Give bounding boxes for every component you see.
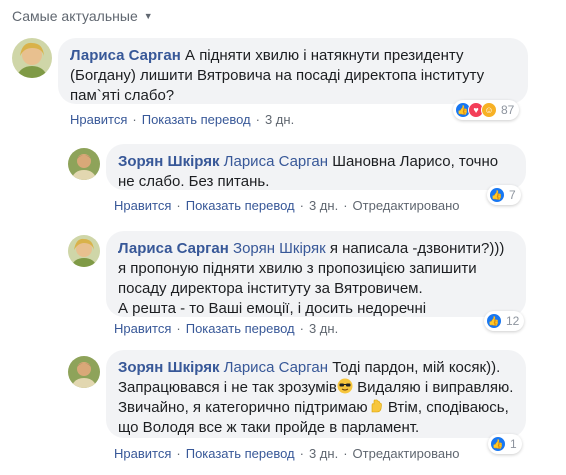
avatar[interactable] xyxy=(68,148,100,180)
comment-actions: Нравится · Показать перевод · 3 дн. xyxy=(70,112,294,127)
comment-actions: Нравится · Показать перевод · 3 дн. · От… xyxy=(114,446,460,461)
reaction-count: 7 xyxy=(509,188,516,202)
translate-button[interactable]: Показать перевод xyxy=(186,446,295,461)
timestamp[interactable]: 3 дн. xyxy=(309,446,338,461)
reactions-summary[interactable]: 👍 ♥ ☺ 87 xyxy=(453,100,520,120)
comment-bubble: Лариса Сарган А підняти хвилю і натякнут… xyxy=(58,38,528,104)
like-button[interactable]: Нравится xyxy=(70,112,127,127)
haha-icon: ☺ xyxy=(481,102,497,118)
separator: · xyxy=(176,321,181,336)
reply-bubble: Лариса Сарган Зорян Шкіряк я написала -д… xyxy=(106,231,526,317)
edited-label[interactable]: Отредактировано xyxy=(353,446,460,461)
comment-actions: Нравится · Показать перевод · 3 дн. xyxy=(114,321,338,336)
sort-dropdown[interactable]: Самые актуальные ▼ xyxy=(12,8,153,24)
timestamp[interactable]: 3 дн. xyxy=(265,112,294,127)
comment-author[interactable]: Зорян Шкіряк xyxy=(118,359,219,376)
mention-link[interactable]: Лариса Сарган xyxy=(224,359,328,376)
reply-bubble: Зорян Шкіряк Лариса Сарган Тоді пардон, … xyxy=(106,350,526,438)
translate-button[interactable]: Показать перевод xyxy=(186,198,295,213)
sunglasses-emoji-icon xyxy=(337,378,353,394)
timestamp[interactable]: 3 дн. xyxy=(309,321,338,336)
hand-emoji-icon xyxy=(368,398,384,414)
separator: · xyxy=(176,446,181,461)
like-icon: 👍 xyxy=(486,313,502,329)
separator: · xyxy=(299,198,304,213)
separator: · xyxy=(343,446,348,461)
chevron-down-icon: ▼ xyxy=(143,11,153,21)
translate-button[interactable]: Показать перевод xyxy=(186,321,295,336)
comment-text: А решта - то Ваші емоції, і досить недор… xyxy=(118,300,427,317)
like-button[interactable]: Нравится xyxy=(114,446,171,461)
separator: · xyxy=(132,112,137,127)
like-button[interactable]: Нравится xyxy=(114,321,171,336)
mention-link[interactable]: Лариса Сарган xyxy=(224,153,328,170)
separator: · xyxy=(343,198,348,213)
reactions-summary[interactable]: 👍 7 xyxy=(487,185,521,205)
translate-button[interactable]: Показать перевод xyxy=(142,112,251,127)
mention-link[interactable]: Зорян Шкіряк xyxy=(233,240,326,257)
like-button[interactable]: Нравится xyxy=(114,198,171,213)
reactions-summary[interactable]: 👍 12 xyxy=(484,311,525,331)
comment-author[interactable]: Лариса Сарган xyxy=(70,47,181,64)
reply-bubble: Зорян Шкіряк Лариса Сарган Шановна Ларис… xyxy=(106,144,526,190)
reaction-count: 87 xyxy=(501,103,515,117)
like-icon: 👍 xyxy=(490,436,506,452)
reaction-count: 1 xyxy=(510,437,517,451)
separator: · xyxy=(176,198,181,213)
reaction-count: 12 xyxy=(506,314,520,328)
reactions-summary[interactable]: 👍 1 xyxy=(488,434,522,454)
comment-author[interactable]: Лариса Сарган xyxy=(118,240,229,257)
avatar[interactable] xyxy=(68,356,100,388)
sort-label: Самые актуальные xyxy=(12,8,138,24)
comment-author[interactable]: Зорян Шкіряк xyxy=(118,153,219,170)
comment-actions: Нравится · Показать перевод · 3 дн. · От… xyxy=(114,198,460,213)
avatar[interactable] xyxy=(12,38,52,78)
like-icon: 👍 xyxy=(489,187,505,203)
edited-label[interactable]: Отредактировано xyxy=(353,198,460,213)
timestamp[interactable]: 3 дн. xyxy=(309,198,338,213)
separator: · xyxy=(299,321,304,336)
separator: · xyxy=(299,446,304,461)
separator: · xyxy=(255,112,260,127)
avatar[interactable] xyxy=(68,235,100,267)
